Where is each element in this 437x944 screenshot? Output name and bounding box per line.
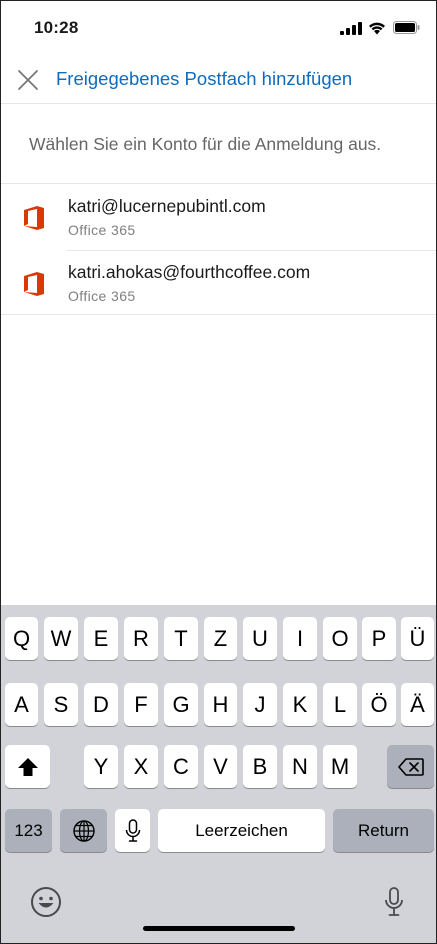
key-q[interactable]: Q <box>5 617 38 660</box>
key-v[interactable]: V <box>204 745 237 788</box>
key-s[interactable]: S <box>44 683 78 726</box>
emoji-icon[interactable] <box>30 886 62 918</box>
shift-icon <box>17 757 38 776</box>
key-h[interactable]: H <box>204 683 237 726</box>
status-bar: 10:28 <box>1 1 436 57</box>
backspace-key[interactable] <box>387 745 434 788</box>
space-key[interactable]: Leerzeichen <box>158 809 325 852</box>
key-o[interactable]: O <box>323 617 357 660</box>
key-n[interactable]: N <box>283 745 317 788</box>
account-item[interactable]: katri@lucernepubintl.com Office 365 <box>1 185 436 251</box>
key-p[interactable]: P <box>362 617 396 660</box>
shift-key[interactable] <box>5 745 50 788</box>
instruction-section: Wählen Sie ein Konto für die Anmeldung a… <box>1 105 436 184</box>
microphone-icon[interactable] <box>384 886 404 918</box>
key-oe[interactable]: Ö <box>362 683 396 726</box>
key-u[interactable]: U <box>243 617 277 660</box>
close-icon[interactable] <box>16 68 40 92</box>
key-b[interactable]: B <box>243 745 277 788</box>
key-c[interactable]: C <box>164 745 198 788</box>
key-w[interactable]: W <box>44 617 78 660</box>
account-email: katri.ahokas@fourthcoffee.com <box>68 262 311 282</box>
key-k[interactable]: K <box>283 683 317 726</box>
home-indicator[interactable] <box>143 926 295 931</box>
wifi-icon <box>369 22 385 35</box>
account-item[interactable]: katri.ahokas@fourthcoffee.com Office 365 <box>1 251 436 315</box>
status-time: 10:28 <box>34 18 79 37</box>
key-f[interactable]: F <box>124 683 158 726</box>
key-l[interactable]: L <box>323 683 357 726</box>
account-email: katri@lucernepubintl.com <box>68 196 266 216</box>
key-x[interactable]: X <box>124 745 158 788</box>
instruction-text: Wählen Sie ein Konto für die Anmeldung a… <box>29 134 382 154</box>
key-g[interactable]: G <box>164 683 198 726</box>
battery-icon <box>393 21 420 34</box>
microphone-icon <box>125 818 140 842</box>
page-title: Freigegebenes Postfach hinzufügen <box>56 68 353 89</box>
globe-key[interactable] <box>60 809 107 852</box>
numbers-key[interactable]: 123 <box>5 809 52 852</box>
key-a[interactable]: A <box>5 683 38 726</box>
key-i[interactable]: I <box>283 617 317 660</box>
key-z[interactable]: Z <box>204 617 237 660</box>
header: Freigegebenes Postfach hinzufügen <box>1 57 436 104</box>
office-icon <box>24 272 44 296</box>
key-ue[interactable]: Ü <box>401 617 434 660</box>
backspace-icon <box>397 757 424 776</box>
key-r[interactable]: R <box>124 617 158 660</box>
globe-icon <box>72 819 95 842</box>
account-type: Office 365 <box>68 222 136 238</box>
office-icon <box>24 206 44 230</box>
return-key[interactable]: Return <box>333 809 434 852</box>
account-type: Office 365 <box>68 288 136 304</box>
key-j[interactable]: J <box>243 683 277 726</box>
cellular-signal-icon <box>340 22 362 35</box>
key-ae[interactable]: Ä <box>401 683 434 726</box>
key-m[interactable]: M <box>323 745 357 788</box>
dictation-key[interactable] <box>115 809 150 852</box>
key-d[interactable]: D <box>84 683 118 726</box>
key-t[interactable]: T <box>164 617 198 660</box>
keyboard: Q W E R T Z U I O P Ü A S D F G H J K L … <box>1 605 436 943</box>
key-y[interactable]: Y <box>84 745 118 788</box>
key-e[interactable]: E <box>84 617 118 660</box>
